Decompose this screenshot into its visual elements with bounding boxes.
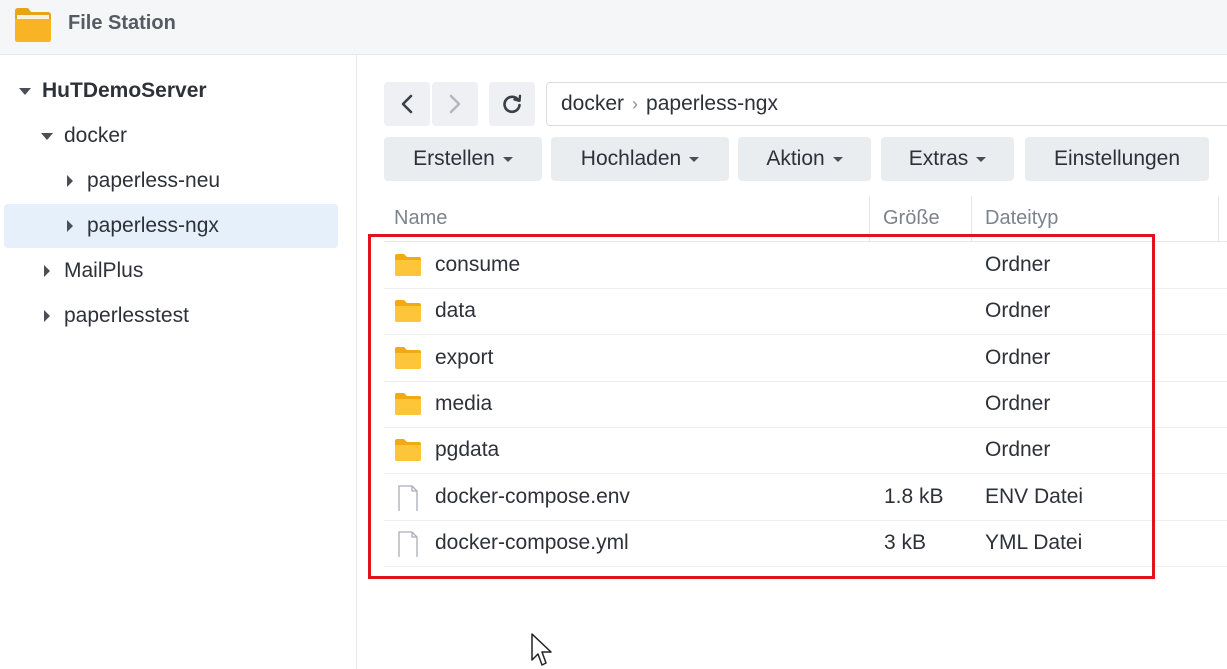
dropdown-caret-icon [689,156,700,162]
create-button[interactable]: Erstellen [384,137,542,181]
tree-item-label: HuTDemoServer [42,79,207,102]
collapse-arrow-icon[interactable] [38,310,56,322]
tree-item-paperless-neu[interactable]: paperless-neu [61,159,337,203]
breadcrumb-item-paperless-ngx[interactable]: paperless-ngx [646,92,778,116]
breadcrumb-separator-icon: › [632,93,639,114]
upload-button-label: Hochladen [580,147,682,170]
tree-item-label: paperlesstest [64,304,189,327]
dropdown-caret-icon [832,156,843,162]
action-button-label: Aktion [766,147,825,170]
tree-item-paperlesstest[interactable]: paperlesstest [38,294,338,338]
tree-item-label: docker [64,124,128,147]
sidebar-tree: HuTDemoServer docker paperless-neu paper… [0,55,357,669]
collapse-arrow-icon[interactable] [61,220,79,232]
settings-button[interactable]: Einstellungen [1025,137,1209,181]
extras-button-label: Extras [908,147,969,170]
expand-arrow-icon[interactable] [38,132,56,140]
column-header-label: Größe [883,207,940,229]
dropdown-caret-icon [976,156,987,162]
column-divider[interactable] [1218,196,1219,241]
mouse-cursor-icon [531,633,552,666]
tree-item-label: paperless-neu [87,169,221,192]
collapse-arrow-icon[interactable] [61,175,79,187]
path-bar[interactable]: docker › paperless-ngx [546,82,1227,126]
tree-item-label: MailPlus [64,259,144,282]
dropdown-caret-icon [502,156,513,162]
tree-item-paperless-ngx[interactable]: paperless-ngx [4,204,338,248]
chevron-left-icon [401,94,413,114]
column-header-label: Name [394,207,448,229]
tree-item-mailplus[interactable]: MailPlus [38,249,338,293]
create-button-label: Erstellen [413,147,495,170]
collapse-arrow-icon[interactable] [38,265,56,277]
title-bar: File Station [0,0,1227,55]
folder-app-icon [15,8,51,42]
extras-button[interactable]: Extras [881,137,1014,181]
upload-button[interactable]: Hochladen [551,137,729,181]
back-button[interactable] [384,82,430,126]
refresh-button[interactable] [489,82,535,126]
tree-item-hutdemoserver[interactable]: HuTDemoServer [16,69,346,113]
refresh-icon [503,94,522,114]
app-title: File Station [68,12,176,34]
action-button[interactable]: Aktion [738,137,871,181]
highlight-frame [368,234,1155,579]
chevron-right-icon [449,94,461,114]
tree-item-label: paperless-ngx [87,214,219,237]
settings-button-label: Einstellungen [1053,147,1181,170]
expand-arrow-icon[interactable] [16,87,34,95]
column-header-label: Dateityp [985,207,1059,229]
tree-item-docker[interactable]: docker [38,114,338,158]
breadcrumb-item-docker[interactable]: docker [561,92,624,116]
forward-button[interactable] [432,82,478,126]
